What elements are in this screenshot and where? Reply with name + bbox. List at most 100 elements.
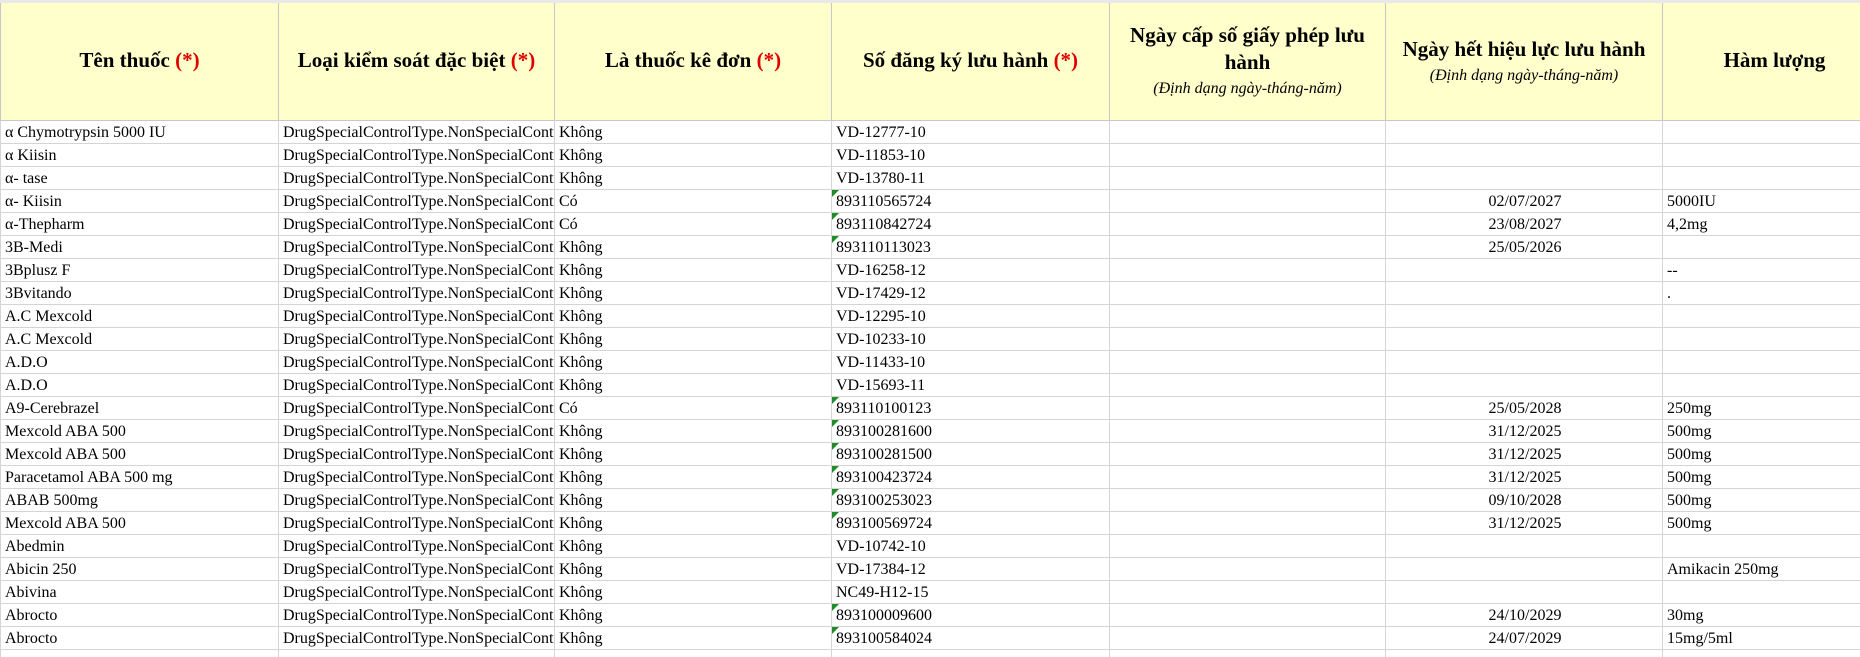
cell-registration-number[interactable]: 893100281600 (831, 419, 1110, 443)
cell-special-control[interactable]: DrugSpecialControlType.NonSpecialControl (278, 442, 555, 466)
cell-registration-number[interactable]: 893110113023 (831, 235, 1110, 259)
cell-issue-date[interactable] (1109, 442, 1386, 466)
cell-special-control[interactable]: DrugSpecialControlType.NonSpecialControl (278, 511, 555, 535)
cell-special-control[interactable]: DrugSpecialControlType.NonSpecialControl (278, 212, 555, 236)
cell-special-control[interactable]: DrugSpecialControlType.NonSpecialControl (278, 626, 555, 650)
cell-drug-name[interactable]: 3Bvitando (0, 281, 279, 305)
cell-strength[interactable] (1662, 373, 1860, 397)
cell-strength[interactable]: 15mg/5ml (1662, 626, 1860, 650)
cell-registration-number[interactable]: VD-17384-12 (831, 557, 1110, 581)
cell-strength[interactable] (1662, 235, 1860, 259)
cell-special-control[interactable]: DrugSpecialControlType.NonSpecialControl (278, 488, 555, 512)
cell-strength[interactable]: 500mg (1662, 442, 1860, 466)
cell-issue-date[interactable] (1109, 465, 1386, 489)
cell-strength[interactable]: 500mg (1662, 465, 1860, 489)
cell-strength[interactable] (1662, 580, 1860, 604)
cell-issue-date[interactable] (1109, 396, 1386, 420)
cell-prescription[interactable]: Không (554, 603, 832, 627)
cell-expiry-date[interactable] (1385, 304, 1663, 328)
cell-registration-number[interactable]: 893110565724 (831, 189, 1110, 213)
cell-prescription[interactable]: Có (554, 212, 832, 236)
cell-expiry-date[interactable]: 23/08/2027 (1385, 212, 1663, 236)
cell-strength[interactable] (1662, 649, 1860, 657)
cell-expiry-date[interactable] (1385, 350, 1663, 374)
cell-issue-date[interactable] (1109, 350, 1386, 374)
cell-special-control[interactable] (278, 649, 555, 657)
cell-issue-date[interactable] (1109, 534, 1386, 558)
cell-strength[interactable] (1662, 304, 1860, 328)
cell-registration-number[interactable]: 893100569724 (831, 511, 1110, 535)
cell-drug-name[interactable]: α- tase (0, 166, 279, 190)
cell-strength[interactable] (1662, 534, 1860, 558)
cell-prescription[interactable]: Không (554, 258, 832, 282)
cell-special-control[interactable]: DrugSpecialControlType.NonSpecialControl (278, 419, 555, 443)
cell-registration-number[interactable]: VD-15693-11 (831, 373, 1110, 397)
cell-special-control[interactable]: DrugSpecialControlType.NonSpecialControl (278, 373, 555, 397)
cell-drug-name[interactable]: 3B-Medi (0, 235, 279, 259)
cell-issue-date[interactable] (1109, 557, 1386, 581)
cell-drug-name[interactable]: A.C Mexcold (0, 304, 279, 328)
cell-prescription[interactable]: Không (554, 488, 832, 512)
cell-expiry-date[interactable]: 25/05/2026 (1385, 235, 1663, 259)
cell-special-control[interactable]: DrugSpecialControlType.NonSpecialControl (278, 166, 555, 190)
cell-prescription[interactable]: Không (554, 235, 832, 259)
cell-prescription[interactable]: Không (554, 419, 832, 443)
cell-drug-name[interactable]: Mexcold ABA 500 (0, 511, 279, 535)
cell-issue-date[interactable] (1109, 511, 1386, 535)
column-header-strength[interactable]: Hàm lượng (1662, 0, 1860, 121)
cell-strength[interactable] (1662, 327, 1860, 351)
cell-issue-date[interactable] (1109, 143, 1386, 167)
cell-issue-date[interactable] (1109, 120, 1386, 144)
cell-issue-date[interactable] (1109, 304, 1386, 328)
cell-expiry-date[interactable] (1385, 557, 1663, 581)
cell-registration-number[interactable]: 893100423724 (831, 465, 1110, 489)
cell-registration-number[interactable]: VD-16258-12 (831, 258, 1110, 282)
cell-drug-name[interactable]: α Chymotrypsin 5000 IU (0, 120, 279, 144)
cell-drug-name[interactable]: α-Thepharm (0, 212, 279, 236)
cell-drug-name[interactable]: Paracetamol ABA 500 mg (0, 465, 279, 489)
cell-drug-name[interactable]: Abicin 250 (0, 557, 279, 581)
cell-registration-number[interactable] (831, 649, 1110, 657)
cell-registration-number[interactable]: VD-12295-10 (831, 304, 1110, 328)
cell-prescription[interactable]: Có (554, 396, 832, 420)
cell-prescription[interactable]: Không (554, 534, 832, 558)
cell-issue-date[interactable] (1109, 189, 1386, 213)
column-header-special-control[interactable]: Loại kiểm soát đặc biệt (*) (278, 0, 555, 121)
cell-expiry-date[interactable]: 31/12/2025 (1385, 465, 1663, 489)
cell-expiry-date[interactable] (1385, 120, 1663, 144)
cell-registration-number[interactable]: 893100009600 (831, 603, 1110, 627)
cell-expiry-date[interactable] (1385, 534, 1663, 558)
cell-expiry-date[interactable]: 02/07/2027 (1385, 189, 1663, 213)
cell-prescription[interactable]: Không (554, 373, 832, 397)
cell-prescription[interactable]: Không (554, 304, 832, 328)
cell-prescription[interactable]: Không (554, 626, 832, 650)
cell-strength[interactable]: 5000IU (1662, 189, 1860, 213)
cell-special-control[interactable]: DrugSpecialControlType.NonSpecialControl (278, 258, 555, 282)
cell-prescription[interactable] (554, 649, 832, 657)
cell-expiry-date[interactable] (1385, 258, 1663, 282)
cell-drug-name[interactable]: Mexcold ABA 500 (0, 419, 279, 443)
cell-special-control[interactable]: DrugSpecialControlType.NonSpecialControl (278, 327, 555, 351)
cell-registration-number[interactable]: VD-10742-10 (831, 534, 1110, 558)
cell-strength[interactable]: 250mg (1662, 396, 1860, 420)
cell-drug-name[interactable]: α- Kiisin (0, 189, 279, 213)
cell-registration-number[interactable]: VD-10233-10 (831, 327, 1110, 351)
cell-registration-number[interactable]: 893100253023 (831, 488, 1110, 512)
cell-expiry-date[interactable]: 31/12/2025 (1385, 511, 1663, 535)
cell-expiry-date[interactable] (1385, 143, 1663, 167)
cell-drug-name[interactable]: 3Bplusz F (0, 258, 279, 282)
cell-registration-number[interactable]: VD-11853-10 (831, 143, 1110, 167)
cell-strength[interactable]: 500mg (1662, 511, 1860, 535)
cell-registration-number[interactable]: 893100281500 (831, 442, 1110, 466)
cell-strength[interactable]: 500mg (1662, 488, 1860, 512)
cell-strength[interactable]: 30mg (1662, 603, 1860, 627)
cell-special-control[interactable]: DrugSpecialControlType.NonSpecialControl (278, 350, 555, 374)
cell-expiry-date[interactable] (1385, 281, 1663, 305)
cell-expiry-date[interactable] (1385, 649, 1663, 657)
cell-expiry-date[interactable] (1385, 580, 1663, 604)
cell-prescription[interactable]: Có (554, 189, 832, 213)
cell-strength[interactable] (1662, 350, 1860, 374)
cell-expiry-date[interactable]: 31/12/2025 (1385, 442, 1663, 466)
cell-prescription[interactable]: Không (554, 166, 832, 190)
cell-prescription[interactable]: Không (554, 557, 832, 581)
